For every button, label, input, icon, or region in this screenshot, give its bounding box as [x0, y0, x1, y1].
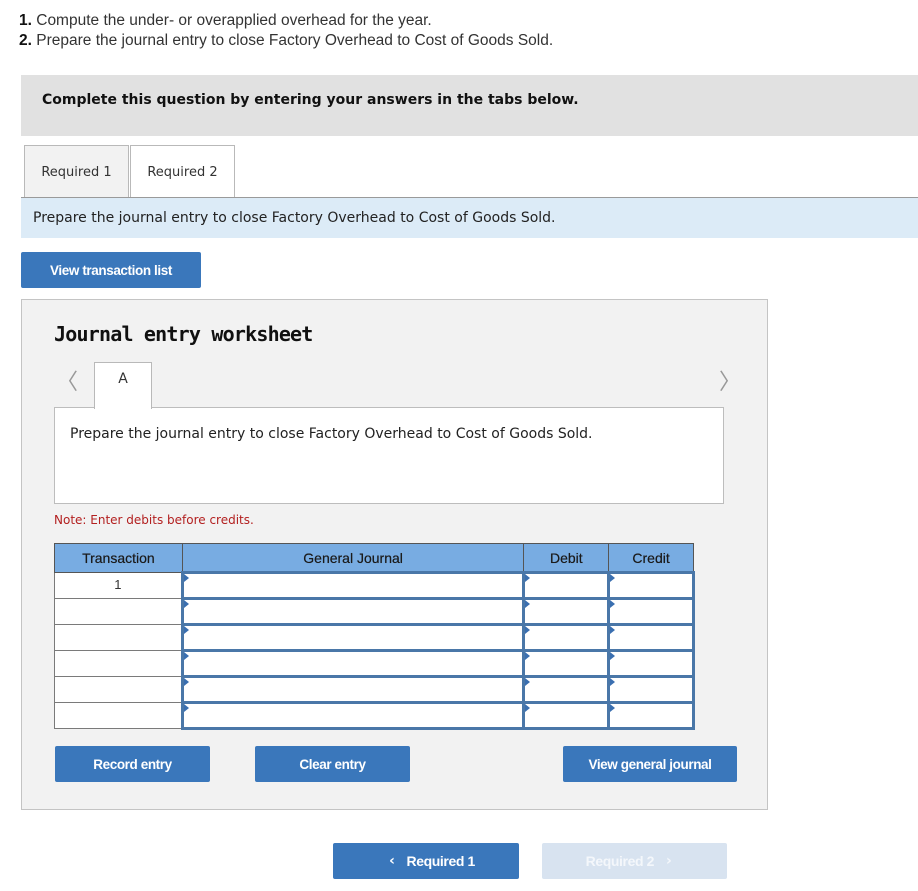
- transaction-number: [54, 598, 183, 625]
- debits-note: Note: Enter debits before credits.: [54, 513, 254, 527]
- worksheet-title: Journal entry worksheet: [54, 322, 313, 346]
- worksheet-description-box: Prepare the journal entry to close Facto…: [54, 407, 724, 504]
- credit-input[interactable]: [607, 623, 695, 652]
- question-item: 2. Prepare the journal entry to close Fa…: [19, 32, 554, 49]
- table-row: 1: [54, 571, 695, 600]
- transaction-number: [54, 702, 183, 729]
- table-row: [54, 597, 695, 626]
- next-required-label: Required 2: [585, 853, 655, 869]
- credit-input[interactable]: [607, 597, 695, 626]
- view-transaction-list-button[interactable]: View transaction list: [21, 252, 201, 288]
- instructions-text: Complete this question by entering your …: [42, 92, 579, 108]
- previous-required-button[interactable]: ‹ Required 1: [333, 843, 519, 879]
- credit-input[interactable]: [607, 675, 695, 704]
- question-item: 1. Compute the under- or overapplied ove…: [19, 12, 432, 29]
- table-header-row: Transaction General Journal Debit Credit: [54, 543, 694, 573]
- view-general-journal-button[interactable]: View general journal: [563, 746, 737, 782]
- clear-entry-button[interactable]: Clear entry: [255, 746, 410, 782]
- debit-input[interactable]: [522, 675, 611, 704]
- journal-entry-worksheet: Journal entry worksheet 〈 A 〉 Prepare th…: [21, 299, 768, 810]
- credit-input[interactable]: [607, 649, 695, 678]
- tab-required-1[interactable]: Required 1: [24, 145, 129, 198]
- table-row: [54, 649, 695, 678]
- table-row: [54, 701, 695, 730]
- general-journal-input[interactable]: [180, 597, 526, 626]
- record-entry-button[interactable]: Record entry: [55, 746, 210, 782]
- debit-input[interactable]: [522, 649, 611, 678]
- table-row: [54, 623, 695, 652]
- prompt-banner: Prepare the journal entry to close Facto…: [21, 198, 918, 238]
- tab-required-2[interactable]: Required 2: [130, 145, 235, 198]
- journal-table: Transaction General Journal Debit Credit…: [54, 543, 695, 730]
- chevron-left-icon[interactable]: 〈: [56, 364, 78, 396]
- general-journal-input[interactable]: [180, 675, 526, 704]
- worksheet-description: Prepare the journal entry to close Facto…: [70, 426, 593, 442]
- chevron-right-icon: ›: [665, 853, 672, 869]
- instructions-banner: Complete this question by entering your …: [21, 75, 918, 136]
- transaction-number: [54, 624, 183, 651]
- header-transaction: Transaction: [54, 543, 183, 573]
- question-list: 1. Compute the under- or overapplied ove…: [19, 11, 553, 51]
- prompt-text: Prepare the journal entry to close Facto…: [33, 210, 556, 226]
- general-journal-input[interactable]: [180, 623, 526, 652]
- credit-input[interactable]: [607, 701, 695, 730]
- debit-input[interactable]: [522, 597, 611, 626]
- chevron-left-icon: ‹: [389, 853, 395, 869]
- next-required-button: Required 2 ›: [542, 843, 727, 879]
- credit-input[interactable]: [607, 571, 695, 600]
- header-debit: Debit: [523, 543, 610, 573]
- general-journal-input[interactable]: [180, 701, 526, 730]
- debit-input[interactable]: [522, 701, 611, 730]
- previous-required-label: Required 1: [406, 853, 476, 869]
- worksheet-tab-a[interactable]: A: [94, 362, 152, 409]
- chevron-right-icon[interactable]: 〉: [719, 364, 741, 396]
- transaction-number: [54, 676, 183, 703]
- transaction-number: [54, 650, 183, 677]
- transaction-number: 1: [54, 572, 183, 599]
- table-row: [54, 675, 695, 704]
- header-general-journal: General Journal: [181, 543, 525, 573]
- header-credit: Credit: [608, 543, 694, 573]
- general-journal-input[interactable]: [180, 649, 526, 678]
- general-journal-input[interactable]: [180, 571, 526, 600]
- debit-input[interactable]: [522, 571, 611, 600]
- debit-input[interactable]: [522, 623, 611, 652]
